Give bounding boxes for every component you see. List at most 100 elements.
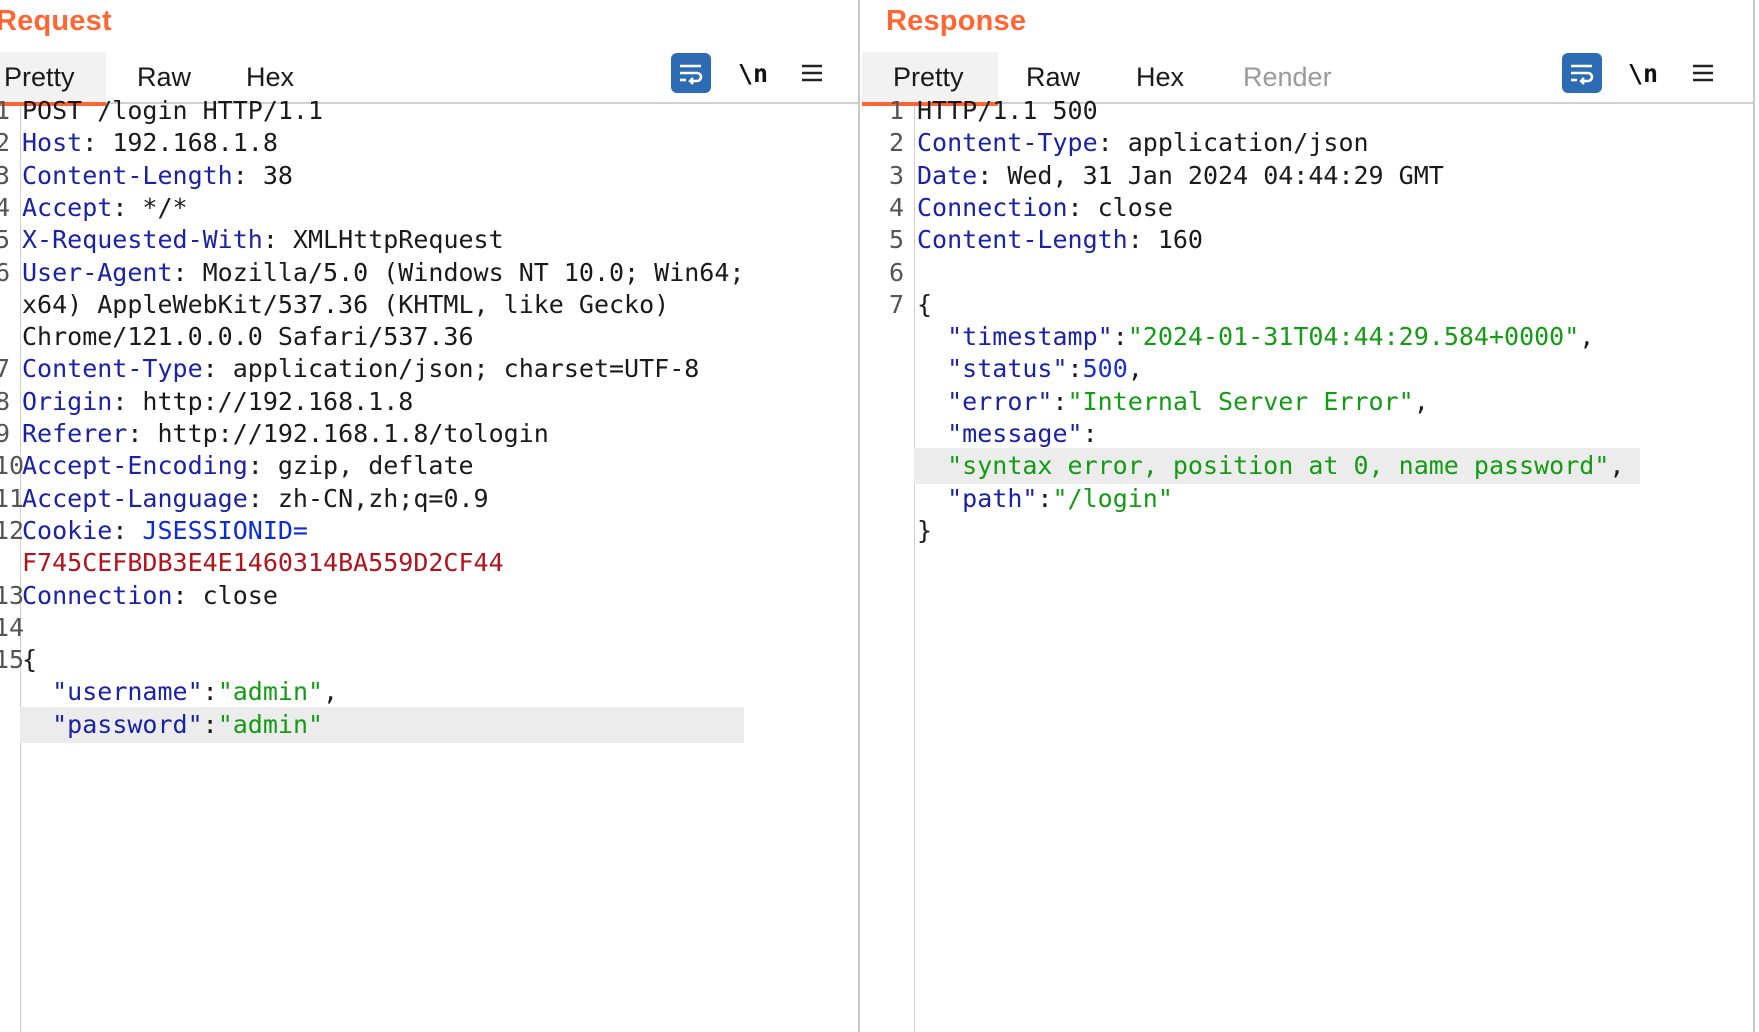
line-number: 3: [888, 160, 904, 190]
code-token: : http://192.168.1.8/tologin: [127, 419, 549, 448]
code-token: ,: [1579, 322, 1595, 352]
code-line: "timestamp":"2024-01-31T04:44:29.584+000…: [862, 319, 1753, 355]
code-line: 3 Content-Length: 38: [0, 158, 858, 194]
code-token: JSESSIONID=: [142, 515, 308, 545]
code-line: 1 HTTP/1.1 500: [862, 93, 1753, 129]
code-token: :: [1037, 483, 1053, 513]
line-number: 4: [888, 192, 904, 222]
code-token: x64) AppleWebKit/537.36 (KHTML, like Gec…: [22, 289, 670, 319]
code-token: User-Agent: [22, 257, 173, 287]
code-token: Referer: [22, 419, 128, 448]
code-line: "password":"admin": [0, 706, 858, 743]
line-text: Date: Wed, 31 Jan 2024 04:44:29 GMT: [917, 158, 1444, 194]
code-token: "timestamp": [947, 322, 1113, 352]
code-token: : zh-CN,zh;q=0.9: [247, 483, 489, 513]
line-text: Content-Length: 160: [917, 222, 1203, 258]
newline-toggle-button[interactable]: \n: [1626, 53, 1660, 93]
line-number: 8: [0, 384, 10, 420]
request-title: Request: [0, 5, 112, 37]
code-token: :: [1112, 322, 1128, 352]
code-token: : 192.168.1.8: [82, 128, 278, 158]
code-token: "error": [947, 386, 1053, 416]
code-token: :: [1067, 354, 1083, 384]
request-editor[interactable]: 1POST /login HTTP/1.12 Host: 192.168.1.8 3…: [0, 96, 858, 1032]
response-pane: Response Pretty Raw Hex Render \n 1 HTTP/…: [862, 0, 1755, 1032]
line-text: Accept: */*: [22, 190, 188, 226]
code-token: :: [112, 515, 143, 545]
code-token: {: [917, 289, 933, 319]
line-text: {: [917, 287, 932, 323]
code-token: "Internal Server Error": [1067, 386, 1414, 416]
code-line: 2 Content-Type: application/json: [862, 125, 1753, 161]
line-number: 6: [888, 257, 904, 287]
code-line: 6: [862, 255, 1753, 291]
code-token: :: [202, 677, 218, 707]
response-editor[interactable]: 1 HTTP/1.1 500 2 Content-Type: application/…: [862, 96, 1753, 1032]
code-token: Content-Length: [22, 160, 233, 190]
line-number: 14: [0, 612, 25, 642]
code-token: Accept: [22, 192, 113, 222]
code-token: "admin": [217, 709, 324, 739]
code-line: }: [862, 513, 1753, 549]
line-number: 13: [0, 580, 25, 610]
code-line: 11Accept-Language: zh-CN,zh;q=0.9: [0, 481, 858, 517]
line-number: 2: [0, 125, 10, 161]
hamburger-menu-icon[interactable]: [1686, 53, 1720, 93]
code-token: }: [917, 515, 933, 545]
code-line: 4 Accept: */*: [0, 190, 858, 226]
word-wrap-icon[interactable]: [671, 53, 711, 93]
newline-toggle-button[interactable]: \n: [736, 53, 770, 93]
code-token: Content-Type: [917, 128, 1098, 158]
code-token: : Wed, 31 Jan 2024 04:44:29 GMT: [977, 160, 1444, 190]
code-token: "/login": [1052, 483, 1173, 513]
hamburger-menu-icon[interactable]: [795, 53, 829, 93]
line-number: 2: [888, 128, 904, 158]
line-text: "message":: [917, 416, 1098, 452]
request-pane: Request Pretty Raw Hex \n 1POST /login H…: [0, 0, 860, 1032]
code-line: "status":500,: [862, 351, 1753, 387]
line-text: "status":500,: [917, 351, 1143, 387]
code-line: 8 Origin: http://192.168.1.8: [0, 384, 858, 420]
code-token: "password": [52, 709, 203, 739]
code-line: 14: [0, 610, 858, 646]
line-text: "syntax error, position at 0, name passw…: [917, 448, 1624, 484]
code-token: F745CEFBDB3E4E1460314BA559D2CF44: [22, 548, 504, 578]
code-token: "2024-01-31T04:44:29.584+0000": [1127, 322, 1580, 352]
line-text: Content-Type: application/json: [917, 125, 1369, 161]
code-token: ,: [1609, 451, 1625, 481]
line-number: 9: [0, 416, 10, 452]
code-token: POST /login HTTP/1.1: [22, 96, 324, 125]
line-text: Referer: http://192.168.1.8/tologin: [22, 416, 549, 452]
code-token: Connection: [22, 580, 173, 610]
line-number: 7: [888, 289, 904, 319]
line-text: {: [22, 642, 37, 678]
code-line: 12Cookie: JSESSIONID=: [0, 513, 858, 549]
code-token: : close: [1067, 192, 1173, 222]
line-text: Connection: close: [917, 190, 1173, 226]
line-text: Accept-Encoding: gzip, deflate: [22, 448, 474, 484]
code-token: Origin: [22, 386, 113, 416]
line-number: 3: [0, 158, 10, 194]
code-token: "path": [947, 483, 1038, 513]
word-wrap-icon[interactable]: [1562, 53, 1602, 93]
code-line: Chrome/121.0.0.0 Safari/537.36: [0, 319, 858, 355]
code-token: : close: [172, 580, 278, 610]
code-line: "message":: [862, 416, 1753, 452]
code-token: Host: [22, 128, 83, 158]
code-line: 5 Content-Length: 160: [862, 222, 1753, 258]
code-line: x64) AppleWebKit/537.36 (KHTML, like Gec…: [0, 287, 858, 323]
line-number: 7: [0, 351, 10, 387]
line-text: "password":"admin": [22, 707, 323, 743]
line-number: 5: [888, 225, 904, 255]
code-line: 1 POST /login HTTP/1.1: [0, 93, 858, 129]
code-line: 3 Date: Wed, 31 Jan 2024 04:44:29 GMT: [862, 158, 1753, 194]
code-token: : XMLHttpRequest: [262, 225, 504, 255]
code-line: "syntax error, position at 0, name passw…: [862, 448, 1753, 485]
